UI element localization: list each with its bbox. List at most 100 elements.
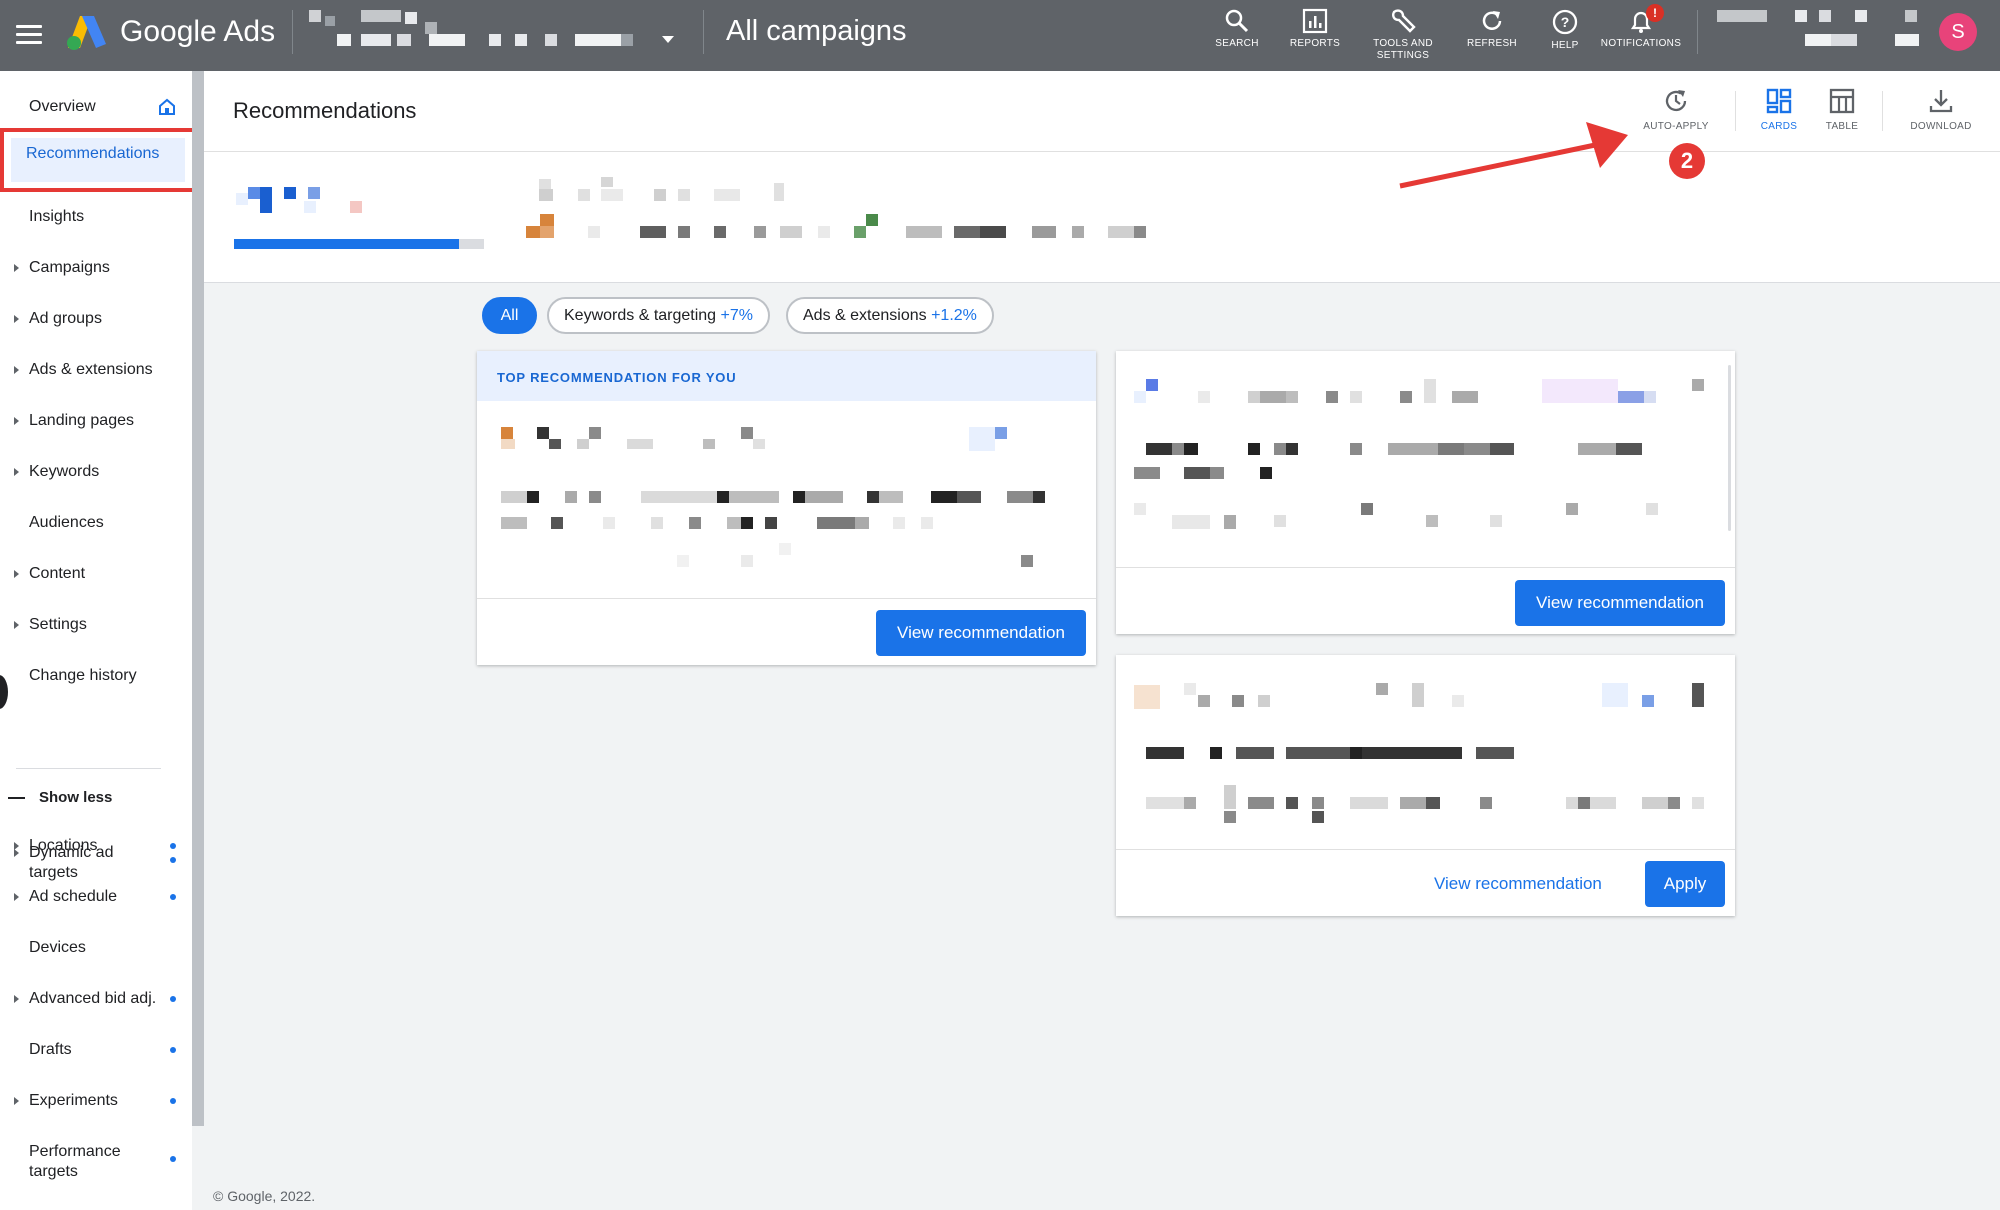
sidebar-item-label: Overview <box>29 98 96 115</box>
search-tool-button[interactable]: SEARCH <box>1192 8 1282 50</box>
sidebar-item-label: Settings <box>29 616 87 633</box>
status-dot <box>170 996 176 1002</box>
expand-arrow-icon <box>14 366 19 374</box>
view-tool-label: TABLE <box>1825 121 1859 132</box>
notifications-tool-button[interactable]: ! NOTIFICATIONS <box>1596 4 1686 50</box>
expand-arrow-icon <box>14 468 19 476</box>
sidebar-item-performance-targets[interactable]: Performance targets <box>0 1143 185 1187</box>
notification-badge: ! <box>1646 4 1664 22</box>
download-button[interactable]: DOWNLOAD <box>1906 87 1976 132</box>
tools-settings-button[interactable]: TOOLS AND SETTINGS <box>1358 8 1448 62</box>
help-icon: ? <box>1552 9 1578 35</box>
view-tool-label: AUTO-APPLY <box>1643 121 1709 132</box>
cards-view-button[interactable]: CARDS <box>1744 87 1814 132</box>
account-selector[interactable] <box>305 8 665 54</box>
view-tool-label: CARDS <box>1760 121 1798 132</box>
sidebar-item-label: Experiments <box>29 1092 118 1109</box>
tool-label: REPORTS <box>1289 38 1341 49</box>
sidebar-item-label: targets <box>29 1163 78 1180</box>
chip-label: All <box>500 307 519 324</box>
card-scrollbar[interactable] <box>1728 365 1731 531</box>
chip-label: Ads & extensions <box>803 307 927 324</box>
sidebar-item-label: Ads & extensions <box>29 361 153 378</box>
sidebar-item-dynamic-ad-targets[interactable]: Dynamic ad targets <box>0 768 185 881</box>
tool-label: TOOLS AND SETTINGS <box>1373 38 1433 61</box>
page-context-title: All campaigns <box>726 15 907 47</box>
tool-label: SEARCH <box>1215 38 1259 49</box>
card-divider <box>477 598 1096 599</box>
sidebar-item-label: Locations <box>29 837 98 854</box>
product-name: Google Ads <box>120 15 276 48</box>
svg-text:?: ? <box>1561 14 1570 30</box>
sidebar-item-label: Ad groups <box>29 310 102 327</box>
expand-arrow-icon <box>14 621 19 629</box>
optimization-score-fill <box>234 239 459 249</box>
sidebar-item-label: Audiences <box>29 514 104 531</box>
google-ads-logo <box>67 16 106 50</box>
panel-edge-handle[interactable] <box>0 675 8 709</box>
copyright-footer: © Google, 2022. <box>213 1188 316 1204</box>
sidebar-item-label: Insights <box>29 208 85 225</box>
chip-ads-extensions[interactable]: Ads & extensions +1.2% <box>786 297 994 334</box>
card-divider <box>1116 567 1735 568</box>
status-dot <box>170 1098 176 1104</box>
header-divider <box>204 151 2000 152</box>
chip-keywords-targeting[interactable]: Keywords & targeting +7% <box>547 297 770 334</box>
wrench-icon <box>1392 9 1416 33</box>
status-dot <box>170 1047 176 1053</box>
sidebar-item-label: targets <box>29 864 78 881</box>
view-recommendation-button[interactable]: View recommendation <box>1515 580 1725 626</box>
status-dot <box>170 843 176 849</box>
sidebar: Overview Insights Campaigns Ad groups Ad… <box>0 71 192 1210</box>
divider <box>1735 91 1736 131</box>
table-view-button[interactable]: TABLE <box>1807 87 1877 132</box>
annotation-step-2: 2 <box>1669 143 1705 179</box>
sidebar-item-label: Performance <box>29 1143 121 1160</box>
refresh-icon <box>1482 11 1502 30</box>
sidebar-item-label: Drafts <box>29 1041 72 1058</box>
optimization-score-bar <box>234 239 484 249</box>
expand-arrow-icon <box>14 1097 19 1105</box>
download-icon <box>1929 90 1953 113</box>
chip-label: Keywords & targeting <box>564 307 717 324</box>
sidebar-item-label: Devices <box>29 939 86 956</box>
status-dot <box>170 857 176 863</box>
home-icon <box>159 98 175 115</box>
expand-arrow-icon <box>14 417 19 425</box>
chevron-down-icon[interactable] <box>662 36 674 43</box>
expand-arrow-icon <box>14 264 19 272</box>
view-recommendation-button[interactable]: View recommendation <box>876 610 1086 656</box>
top-app-bar: Google Ads All campaigns SEARCH REPORTS … <box>0 0 2000 71</box>
avatar[interactable]: S <box>1939 13 1977 51</box>
sidebar-item-label: Change history <box>29 667 137 684</box>
hamburger-menu-icon[interactable] <box>16 20 42 50</box>
expand-arrow-icon <box>14 842 19 850</box>
chip-all[interactable]: All <box>482 297 537 334</box>
expand-arrow-icon <box>14 570 19 578</box>
sidebar-item-label: Advanced bid adj. <box>29 990 157 1007</box>
expand-arrow-icon <box>14 995 19 1003</box>
sidebar-item-label: Ad schedule <box>29 888 118 905</box>
expand-arrow-icon <box>14 315 19 323</box>
recommendation-card-3: View recommendation Apply <box>1116 655 1735 916</box>
divider <box>1697 10 1698 54</box>
view-tool-label: DOWNLOAD <box>1910 121 1972 132</box>
search-icon <box>1225 9 1249 33</box>
apply-button[interactable]: Apply <box>1645 861 1725 907</box>
sidebar-item-label: Content <box>29 565 86 582</box>
sidebar-item-recommendations[interactable]: Recommendations <box>0 128 196 192</box>
divider <box>703 10 704 54</box>
recommendation-card-2: View recommendation <box>1116 351 1735 634</box>
recommendation-card-top: TOP RECOMMENDATION FOR YOU View recommen… <box>477 351 1096 665</box>
divider <box>292 10 293 54</box>
expand-arrow-icon <box>14 849 19 857</box>
view-recommendation-link[interactable]: View recommendation <box>1434 861 1602 907</box>
user-account-info[interactable] <box>1715 8 1925 52</box>
divider <box>1882 91 1883 131</box>
sidebar-scrollbar[interactable] <box>192 71 204 1126</box>
chip-uplift: +1.2% <box>931 307 977 324</box>
auto-apply-button[interactable]: AUTO-APPLY <box>1641 87 1711 132</box>
sidebar-item-label: Keywords <box>29 463 100 480</box>
reports-tool-button[interactable]: REPORTS <box>1270 8 1360 50</box>
card-divider <box>1116 849 1735 850</box>
